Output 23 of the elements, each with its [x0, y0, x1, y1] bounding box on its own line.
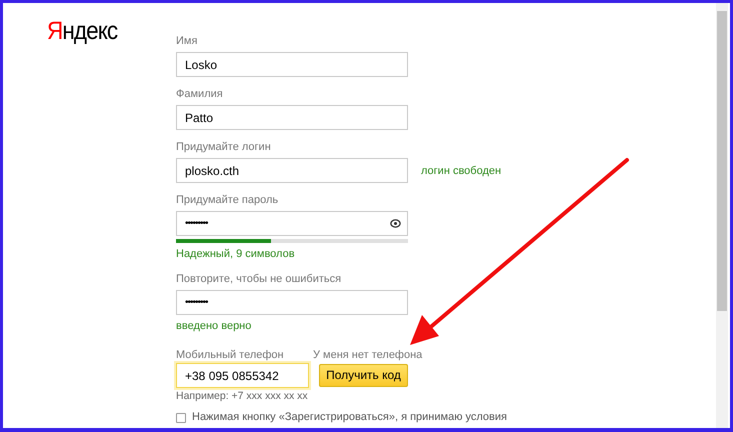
- field-label: Придумайте пароль: [176, 193, 280, 207]
- input-field[interactable]: plosko.cth: [176, 158, 408, 183]
- status-text: введено верно: [176, 320, 252, 332]
- field-label: Придумайте логин: [176, 140, 272, 154]
- input-field[interactable]: Patto: [176, 105, 408, 130]
- get-code-button[interactable]: Получить код: [319, 364, 408, 386]
- scrollbar[interactable]: [716, 3, 728, 428]
- status-text: Надежный, 9 символов: [176, 248, 295, 260]
- phone-field[interactable]: +38 095 0855342: [176, 363, 309, 388]
- password-field[interactable]: •••••••••: [176, 211, 408, 236]
- no-phone-link[interactable]: У меня нет телефона: [313, 348, 422, 362]
- field-label: Фамилия: [176, 87, 224, 101]
- input-field[interactable]: Losko: [176, 52, 408, 77]
- field-label: Имя: [176, 34, 198, 48]
- password-field[interactable]: •••••••••: [176, 290, 408, 315]
- field-label: Мобильный телефон: [176, 348, 285, 362]
- checkbox[interactable]: [176, 412, 186, 422]
- agreement-text: Нажимая кнопку «Зарегистрироваться», я принимаю условия: [192, 411, 507, 424]
- eye-icon[interactable]: [390, 219, 401, 228]
- hint-text: Например: +7 xxx xxx xx xx: [176, 390, 309, 403]
- field-label: Повторите, чтобы не ошибиться: [176, 272, 342, 286]
- logo[interactable]: Яндекс: [47, 16, 118, 46]
- status-text: логин свободен: [421, 164, 502, 176]
